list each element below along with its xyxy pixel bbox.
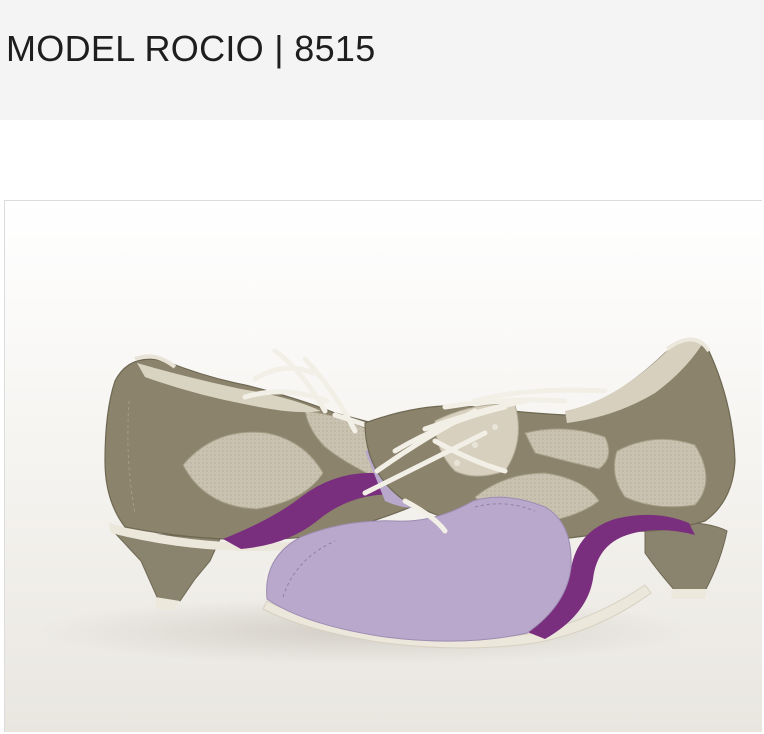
header-bar: MODEL ROCIO | 8515 xyxy=(0,0,764,120)
product-image xyxy=(4,200,762,732)
page-title: MODEL ROCIO | 8515 xyxy=(6,28,376,69)
shoe-illustration xyxy=(5,201,762,732)
